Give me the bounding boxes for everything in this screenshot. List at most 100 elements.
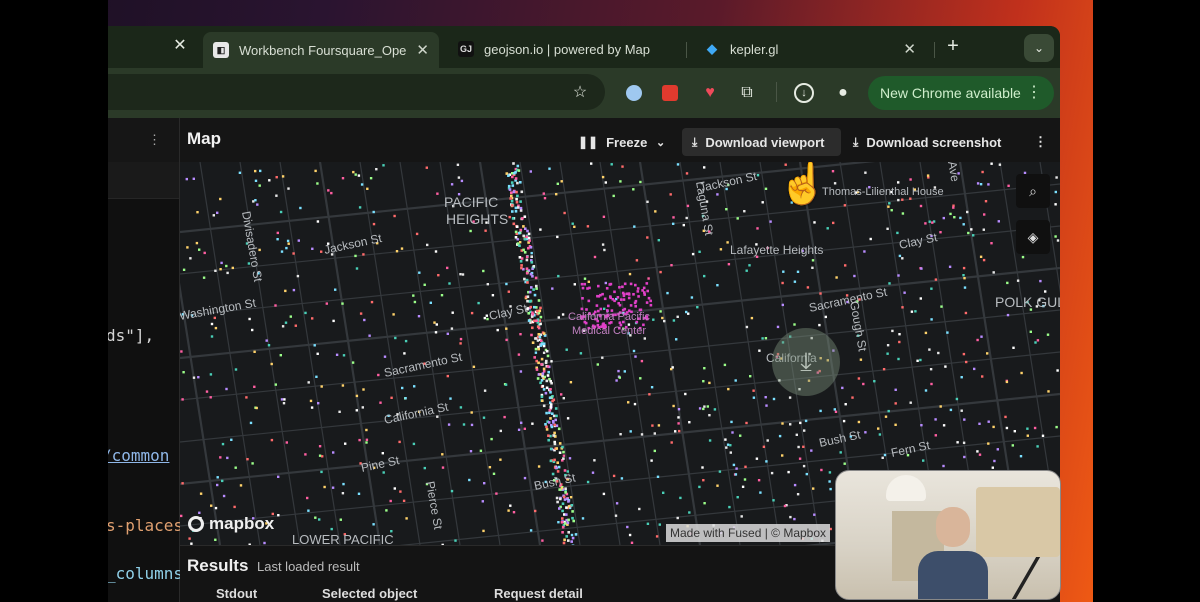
- poi-point: [358, 206, 362, 209]
- poi-point: [669, 193, 672, 196]
- poi-point: [1007, 184, 1010, 187]
- download-icon[interactable]: ↓: [792, 81, 816, 105]
- tab-kepler[interactable]: ◆ kepler.gl ✕: [694, 34, 926, 64]
- poi-point: [318, 445, 322, 448]
- address-bar[interactable]: ☆: [108, 74, 605, 110]
- tab-stdout[interactable]: Stdout: [216, 586, 257, 601]
- poi-point: [964, 311, 968, 315]
- extension-icon[interactable]: [622, 81, 646, 105]
- poi-point: [597, 284, 600, 288]
- close-icon[interactable]: ✕: [903, 40, 916, 58]
- poi-point: [1006, 313, 1010, 317]
- poi-point: [869, 237, 872, 241]
- poi-point: [507, 509, 510, 512]
- poi-point: [488, 466, 492, 469]
- poi-point: [441, 453, 444, 456]
- poi-point: [563, 498, 567, 501]
- map-search-button[interactable]: ⌕: [1016, 174, 1050, 208]
- map-layers-button[interactable]: ◈: [1016, 220, 1050, 254]
- poi-point: [663, 319, 666, 323]
- poi-point: [526, 281, 529, 284]
- tab-request-detail[interactable]: Request detail: [494, 586, 583, 601]
- poi-point: [719, 248, 723, 251]
- poi-point: [1021, 255, 1025, 259]
- poi-point: [1005, 426, 1009, 430]
- poi-point: [824, 315, 827, 319]
- poi-point: [469, 450, 473, 453]
- poi-point: [898, 333, 901, 336]
- poi-point: [973, 367, 976, 371]
- poi-point: [450, 183, 454, 186]
- poi-point: [519, 209, 523, 212]
- puzzle-extensions-icon[interactable]: ⧉: [735, 81, 759, 105]
- poi-point: [332, 319, 335, 323]
- poi-point: [804, 419, 808, 423]
- poi-point: [672, 216, 675, 219]
- poi-point: [542, 404, 546, 408]
- poi-point: [566, 417, 570, 420]
- poi-point: [820, 468, 823, 472]
- tab-title: Workbench Foursquare_Ope: [239, 42, 407, 58]
- poi-point: [901, 306, 904, 309]
- poi-point: [914, 310, 917, 313]
- tab-selected-object[interactable]: Selected object: [322, 586, 417, 601]
- profile-avatar-icon[interactable]: ●: [831, 81, 855, 105]
- poi-point: [657, 239, 660, 242]
- bookmark-star-icon[interactable]: ☆: [568, 80, 592, 104]
- extension-red-icon[interactable]: [658, 81, 682, 105]
- map-attribution[interactable]: Made with Fused | © Mapbox: [666, 524, 831, 542]
- chevron-down-icon[interactable]: ⌄: [656, 128, 665, 156]
- poi-point: [702, 407, 705, 411]
- poi-point: [887, 409, 890, 413]
- poi-point: [981, 170, 984, 174]
- download-viewport-button[interactable]: ⤓ Download viewport: [682, 128, 841, 156]
- poi-point: [249, 421, 253, 425]
- new-tab-button[interactable]: +: [941, 34, 965, 58]
- map-label: Washington St: [180, 296, 258, 323]
- poi-point: [757, 479, 761, 482]
- tab-workbench[interactable]: ◧ Workbench Foursquare_Ope ✕: [203, 32, 439, 68]
- poi-point: [894, 423, 897, 426]
- poi-point: [1016, 279, 1020, 282]
- more-vert-icon[interactable]: ⋮: [148, 132, 161, 148]
- poi-point: [449, 397, 452, 400]
- more-vert-icon: ⋮: [1026, 84, 1042, 101]
- poi-point: [548, 167, 551, 170]
- poi-point: [541, 399, 544, 402]
- poi-point: [372, 210, 375, 214]
- download-screenshot-button[interactable]: ⤓ Download screenshot: [853, 128, 1001, 156]
- poi-point: [234, 368, 238, 371]
- poi-point: [365, 438, 369, 441]
- poi-point: [385, 509, 388, 512]
- poi-point: [632, 293, 635, 296]
- poi-point: [924, 222, 927, 225]
- freeze-button[interactable]: ❚❚ Freeze: [578, 128, 647, 156]
- poi-point: [654, 210, 657, 213]
- poi-point: [255, 406, 258, 410]
- more-vert-icon[interactable]: ⋮: [1034, 128, 1047, 156]
- poi-point: [344, 442, 347, 445]
- poi-point: [772, 499, 775, 502]
- poi-point: [253, 385, 256, 388]
- poi-point: [545, 428, 549, 431]
- poi-point: [909, 178, 912, 181]
- poi-point: [450, 327, 454, 330]
- poi-point: [887, 205, 890, 208]
- close-icon[interactable]: ✕: [168, 33, 192, 57]
- close-icon[interactable]: ✕: [416, 41, 429, 59]
- tab-search-button[interactable]: ⌄: [1024, 34, 1054, 62]
- poi-point: [1012, 346, 1015, 349]
- poi-point: [490, 437, 493, 441]
- poi-point: [527, 232, 531, 236]
- poi-point: [1029, 330, 1032, 333]
- poi-point: [983, 213, 986, 216]
- poi-point: [640, 359, 644, 363]
- poi-point: [781, 454, 784, 457]
- poi-point: [546, 374, 550, 377]
- pocket-icon[interactable]: ♥: [698, 81, 722, 105]
- poi-point: [924, 389, 928, 392]
- poi-point: [1046, 333, 1050, 336]
- new-chrome-available-button[interactable]: New Chrome available ⋮: [868, 76, 1054, 110]
- map-label: Lafayette Heights: [730, 243, 823, 257]
- tab-geojson[interactable]: GJ geojson.io | powered by Map: [448, 34, 680, 64]
